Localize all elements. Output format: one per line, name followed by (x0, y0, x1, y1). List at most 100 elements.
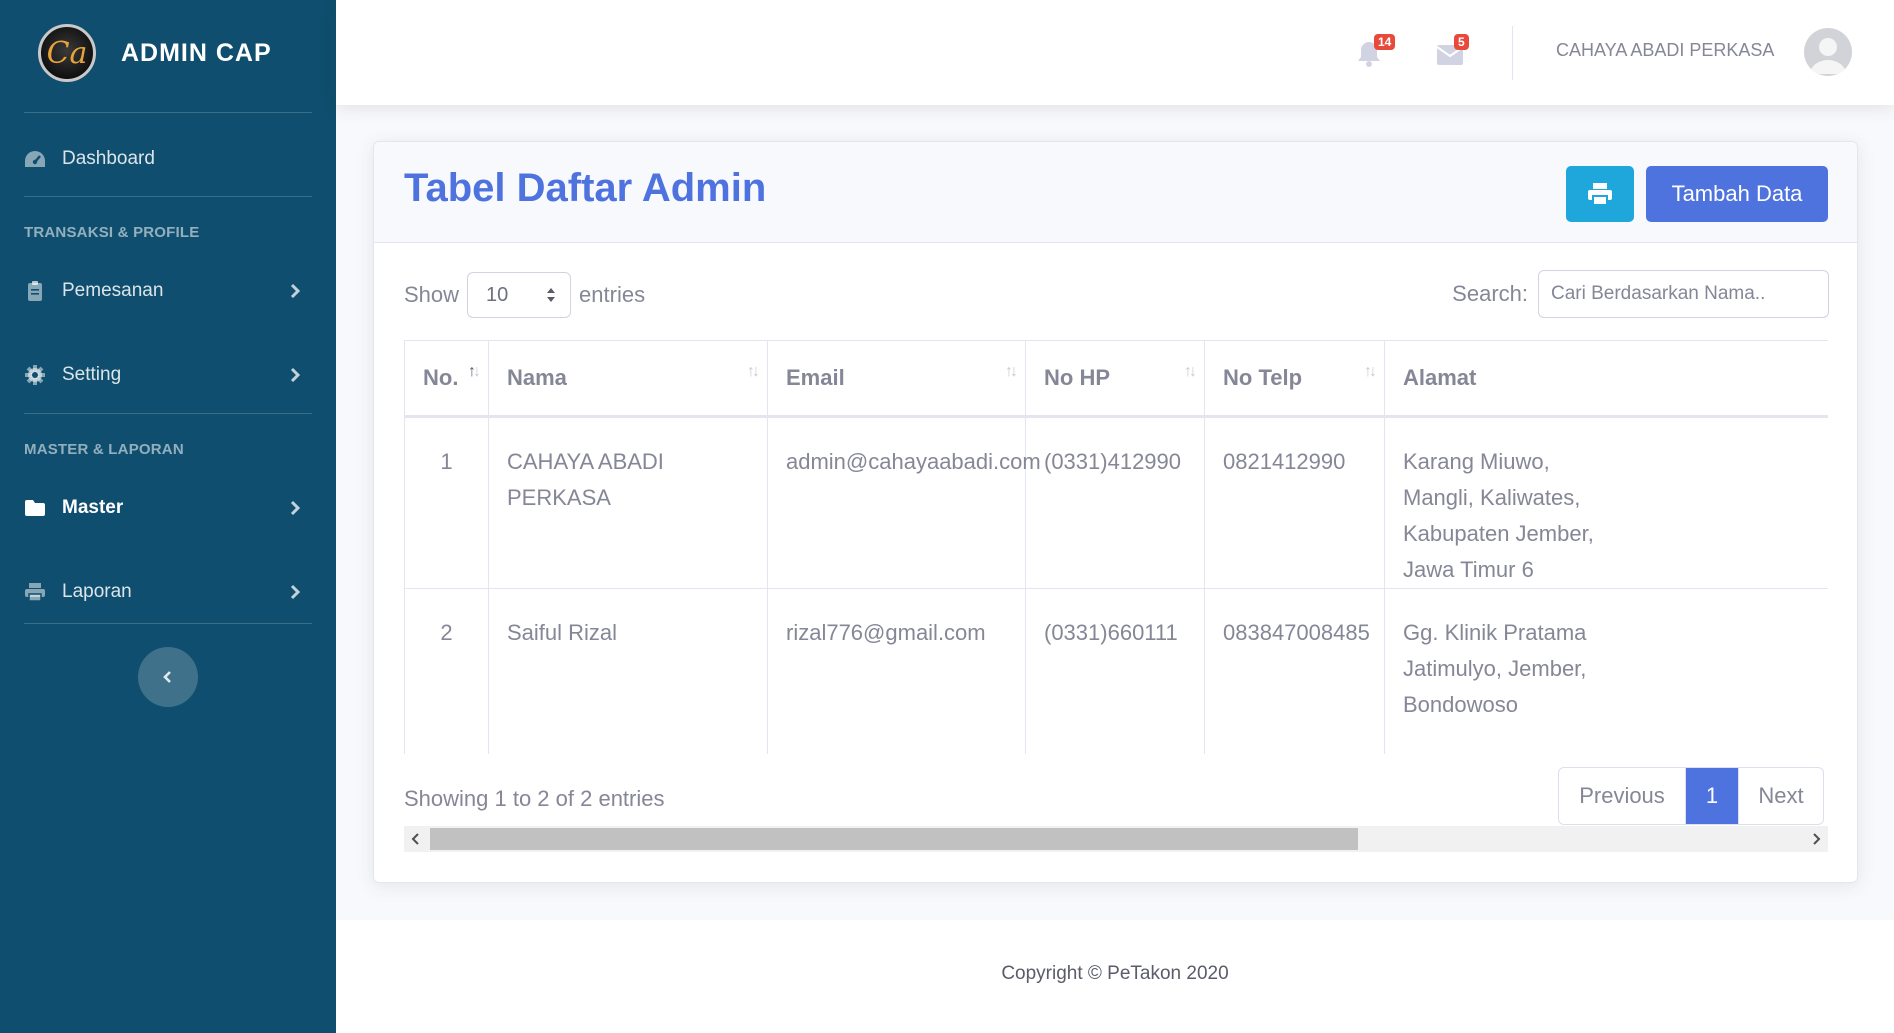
chevron-right-icon (290, 283, 301, 299)
dashboard-icon (24, 148, 46, 170)
cell-no: 2 (404, 588, 489, 754)
sidebar-item-master[interactable]: Master (24, 487, 312, 529)
sidebar-item-label: Laporan (62, 581, 132, 602)
sidebar-heading: MASTER & LAPORAN (24, 441, 184, 458)
sidebar-item-dashboard[interactable]: Dashboard (24, 138, 312, 180)
column-header-email[interactable]: Email ↑↓ (767, 340, 1026, 418)
user-name[interactable]: CAHAYA ABADI PERKASA (1556, 40, 1774, 61)
print-button[interactable] (1566, 166, 1634, 222)
user-avatar-icon (1810, 38, 1846, 74)
search-input[interactable] (1538, 270, 1829, 318)
sort-caret-icon (547, 288, 556, 302)
sort-icon: ↑↓ (1364, 363, 1377, 380)
admin-table-card: Tabel Daftar Admin Tambah Data Show 10 e… (373, 141, 1858, 883)
admin-table: No. ↑↓ Nama ↑↓ Email ↑↓ No HP ↑↓ No Telp ↑↓ A… (404, 340, 1828, 754)
topbar-divider (1512, 26, 1513, 80)
cell-alamat: Gg. Klinik Pratama Jatimulyo, Jember, Bo… (1384, 588, 1828, 754)
entries-length-control: Show 10 entries (404, 272, 645, 318)
sidebar-divider (24, 413, 312, 414)
column-label: No. (423, 365, 459, 390)
show-label: Show (404, 282, 460, 307)
alerts-button[interactable]: 14 (1356, 34, 1396, 70)
cell-no-hp: (0331)660111 (1025, 588, 1205, 754)
sidebar-item-label: Setting (62, 364, 122, 385)
chevron-left-icon (163, 671, 171, 683)
copyright-text: Copyright © PeTakon 2020 (1001, 963, 1229, 984)
horizontal-scrollbar[interactable] (404, 826, 1828, 852)
column-header-no-hp[interactable]: No HP ↑↓ (1025, 340, 1205, 418)
table-row: 2 Saiful Rizal rizal776@gmail.com (0331)… (404, 588, 1828, 754)
entries-select-value: 10 (486, 283, 509, 306)
sidebar: Ca ADMIN CAP Dashboard TRANSAKSI & PROFI… (0, 0, 336, 1033)
sort-icon: ↑↓ (468, 363, 481, 380)
cell-no-telp: 083847008485 (1204, 588, 1385, 754)
messages-button[interactable]: 5 (1436, 34, 1472, 70)
cell-alamat-text: Karang Miuwo, Mangli, Kaliwates, Kabupat… (1403, 449, 1594, 582)
alerts-badge: 14 (1374, 34, 1396, 50)
sidebar-toggle-button[interactable] (138, 647, 198, 707)
card-header: Tabel Daftar Admin Tambah Data (374, 142, 1857, 243)
search-label: Search: (1452, 281, 1528, 306)
avatar[interactable] (1804, 28, 1852, 76)
topbar: 14 5 CAHAYA ABADI PERKASA (336, 0, 1894, 105)
sidebar-item-label: Master (62, 497, 124, 518)
column-label: Nama (507, 365, 567, 390)
column-header-nama[interactable]: Nama ↑↓ (488, 340, 768, 418)
scrollbar-thumb[interactable] (430, 828, 1358, 850)
table-info: Showing 1 to 2 of 2 entries (404, 786, 665, 811)
chevron-right-icon (290, 367, 301, 383)
column-header-no[interactable]: No. ↑↓ (404, 340, 489, 418)
table-scroll-area: No. ↑↓ Nama ↑↓ Email ↑↓ No HP ↑↓ No Telp ↑↓ A… (404, 340, 1828, 754)
next-page-button[interactable]: Next (1739, 768, 1823, 824)
pagination: Previous 1 Next (1558, 767, 1824, 825)
sidebar-item-label: Pemesanan (62, 280, 164, 301)
brand-title: ADMIN CAP (121, 38, 272, 67)
cell-alamat-text: Gg. Klinik Pratama Jatimulyo, Jember, Bo… (1403, 620, 1587, 717)
folder-icon (24, 497, 46, 519)
column-header-alamat[interactable]: Alamat (1384, 340, 1828, 418)
scroll-right-icon[interactable] (1806, 829, 1826, 849)
table-header-row: No. ↑↓ Nama ↑↓ Email ↑↓ No HP ↑↓ No Telp ↑↓ A… (404, 340, 1828, 418)
sort-icon: ↑↓ (1184, 363, 1197, 380)
sort-icon: ↑↓ (747, 363, 760, 380)
sidebar-heading: TRANSAKSI & PROFILE (24, 224, 200, 241)
entries-select[interactable]: 10 (467, 272, 572, 318)
sidebar-divider (24, 112, 312, 113)
clipboard-icon (24, 280, 46, 302)
chevron-right-icon (290, 500, 301, 516)
sort-icon: ↑↓ (1005, 363, 1018, 380)
column-header-no-telp[interactable]: No Telp ↑↓ (1204, 340, 1385, 418)
sidebar-divider (24, 623, 312, 624)
sidebar-item-laporan[interactable]: Laporan (24, 571, 312, 613)
table-row: 1 CAHAYA ABADI PERKASA admin@cahayaabadi… (404, 416, 1828, 589)
scroll-left-icon[interactable] (406, 829, 426, 849)
print-icon (24, 581, 46, 603)
brand-link[interactable]: Ca ADMIN CAP (38, 22, 272, 84)
cell-email: rizal776@gmail.com (767, 588, 1026, 754)
cell-no-telp: 0821412990 (1204, 416, 1385, 589)
footer: Copyright © PeTakon 2020 (336, 920, 1894, 1033)
cell-email: admin@cahayaabadi.com (767, 416, 1041, 589)
sidebar-item-label: Dashboard (62, 148, 155, 169)
entries-label: entries (579, 282, 646, 307)
add-data-button[interactable]: Tambah Data (1646, 166, 1828, 222)
chevron-right-icon (290, 584, 301, 600)
sidebar-item-setting[interactable]: Setting (24, 354, 312, 396)
brand-logo: Ca (38, 24, 96, 82)
cell-alamat: Karang Miuwo, Mangli, Kaliwates, Kabupat… (1384, 416, 1828, 589)
sidebar-divider (24, 196, 312, 197)
page-1-button[interactable]: 1 (1686, 768, 1739, 824)
column-label: Email (786, 365, 845, 390)
column-label: No Telp (1223, 365, 1303, 390)
previous-page-button[interactable]: Previous (1559, 768, 1686, 824)
page-title: Tabel Daftar Admin (404, 166, 767, 210)
cell-no-hp: (0331)412990 (1025, 416, 1205, 589)
column-label: No HP (1044, 365, 1110, 390)
cell-nama: Saiful Rizal (488, 588, 768, 754)
gear-icon (24, 364, 46, 386)
sidebar-item-pemesanan[interactable]: Pemesanan (24, 270, 312, 312)
column-label: Alamat (1403, 365, 1477, 390)
cell-nama: CAHAYA ABADI PERKASA (488, 416, 768, 589)
print-icon (1588, 183, 1612, 206)
search-control: Search: (1452, 270, 1829, 318)
